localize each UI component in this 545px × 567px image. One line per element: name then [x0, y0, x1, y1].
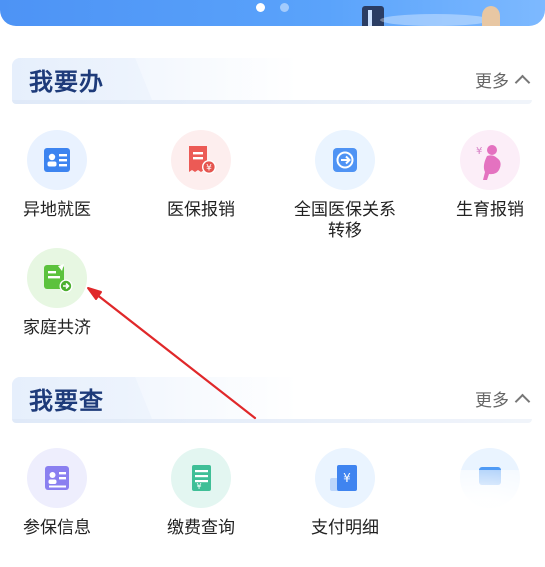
insured-info-icon [27, 448, 87, 508]
service-item-label: 生育报销 [456, 200, 524, 220]
more-button[interactable]: 更多 [475, 67, 531, 92]
section-header-handle: 我要办 更多 [12, 58, 532, 104]
svg-text:¥: ¥ [343, 471, 351, 485]
service-item-transfer[interactable]: 全国医保关系转移 [280, 130, 410, 242]
family-share-doc-icon [27, 248, 87, 308]
service-item-payment-query[interactable]: ¥ 缴费查询 [136, 448, 266, 539]
service-item-label: 医保报销 [167, 200, 235, 220]
service-item-label: 缴费查询 [167, 518, 235, 538]
service-item-family-share[interactable]: 家庭共济 [0, 248, 122, 339]
svg-text:¥: ¥ [206, 164, 212, 174]
payment-yen-icon: ¥ [171, 448, 231, 508]
fade-overlay [380, 470, 545, 567]
more-button[interactable]: 更多 [475, 386, 531, 411]
service-item-remote-medical[interactable]: 异地就医 [0, 130, 122, 221]
transfer-arrow-icon [315, 130, 375, 190]
banner-figure-illustration [482, 6, 500, 26]
banner-decoration [380, 14, 490, 26]
receipt-yen-icon: ¥ [171, 130, 231, 190]
svg-text:¥: ¥ [476, 146, 482, 157]
svg-text:¥: ¥ [196, 482, 201, 491]
section-title: 我要查 [29, 387, 104, 415]
pregnancy-icon: ¥ [460, 130, 520, 190]
service-item-label: 异地就医 [23, 200, 91, 220]
service-item-label: 参保信息 [23, 518, 91, 538]
chevron-up-icon [514, 393, 531, 409]
banner-page-dot-active [256, 3, 265, 12]
service-item-maternity[interactable]: ¥ 生育报销 [425, 130, 545, 221]
more-label: 更多 [475, 72, 509, 92]
top-banner[interactable] [0, 0, 545, 26]
service-item-insured-info[interactable]: 参保信息 [0, 448, 122, 539]
chevron-up-icon [514, 74, 531, 90]
service-item-label: 家庭共济 [23, 318, 91, 338]
id-card-icon [27, 130, 87, 190]
service-item-reimbursement[interactable]: ¥ 医保报销 [136, 130, 266, 221]
section-header-query: 我要查 更多 [12, 377, 532, 423]
banner-page-dot [280, 3, 289, 12]
section-title: 我要办 [29, 68, 104, 96]
banner-figure-illustration [362, 6, 384, 26]
service-item-label: 全国医保关系转移 [294, 200, 396, 241]
payment-detail-icon: ¥ [315, 448, 375, 508]
more-label: 更多 [475, 391, 509, 411]
